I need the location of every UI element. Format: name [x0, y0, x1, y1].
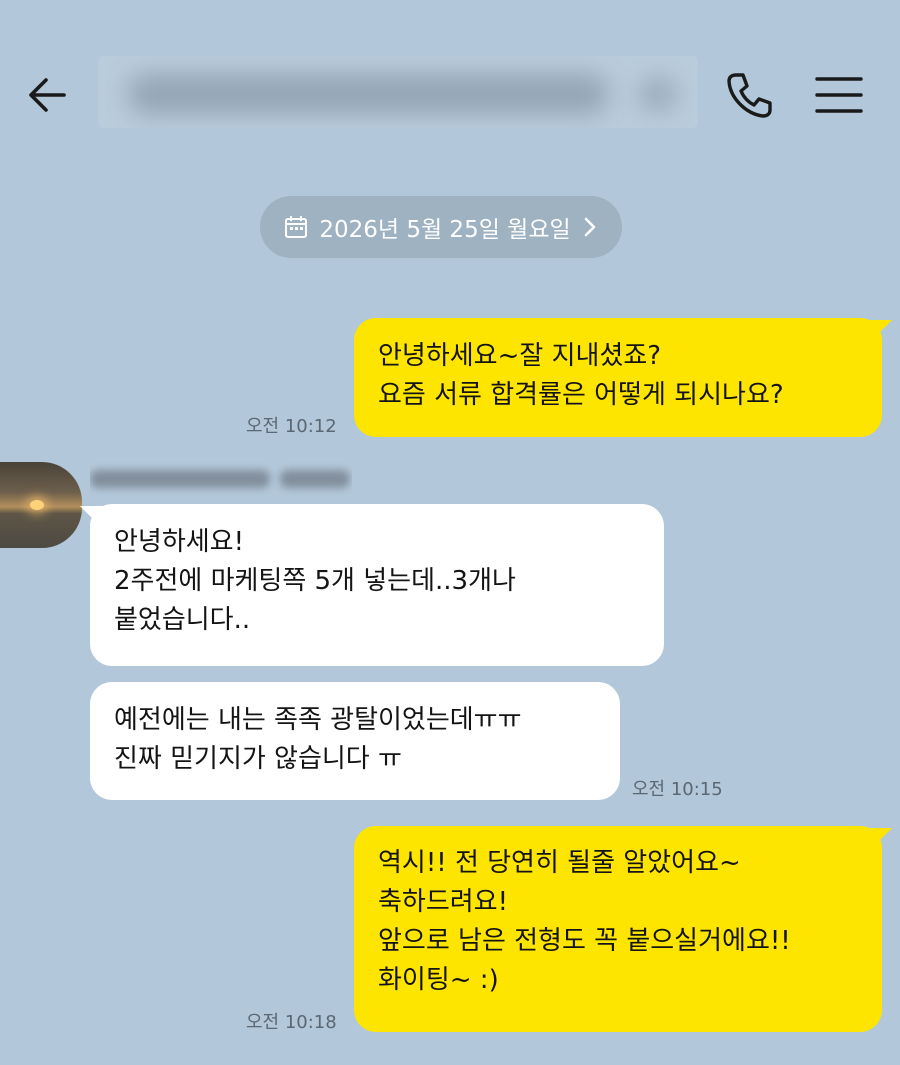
- arrow-left-icon: [29, 78, 66, 112]
- date-divider[interactable]: 2026년 5월 25일 월요일: [260, 196, 622, 258]
- blurred-member-count: [638, 76, 678, 112]
- message-timestamp: 오전 10:18: [246, 1012, 337, 1033]
- bubble-tail: [80, 506, 102, 528]
- chat-room-title: [98, 56, 698, 128]
- phone-icon: [727, 73, 772, 118]
- avatar[interactable]: [0, 462, 82, 548]
- message-bubble-sent[interactable]: 안녕하세요~잘 지내셨죠? 요즘 서류 합격률은 어떻게 되시나요?: [354, 318, 892, 437]
- message-bubble-received[interactable]: 예전에는 내는 족족 광탈이었는데ㅠㅠ 진짜 믿기지가 않습니다 ㅠ: [90, 682, 620, 800]
- chevron-right-icon: [584, 217, 595, 237]
- sender-name: [90, 462, 352, 496]
- blurred-title-text: [128, 74, 608, 114]
- message-text: 요즘 서류 합격률은 어떻게 되시나요?: [378, 380, 784, 410]
- bubble-tail: [870, 320, 892, 342]
- message-bubble-received[interactable]: 안녕하세요! 2주전에 마케팅쪽 5개 넣는데..3개나 붙었습니다..: [80, 504, 664, 666]
- message-bubble-sent[interactable]: 역시!! 전 당연히 될줄 알았어요~ 축하드려요! 앞으로 남은 전형도 꼭 …: [354, 826, 892, 1032]
- message-text: 예전에는 내는 족족 광탈이었는데ㅠㅠ: [114, 705, 522, 735]
- message-text: 2주전에 마케팅쪽 5개 넣는데..3개나: [114, 566, 516, 596]
- chat-header: [0, 0, 900, 190]
- message-text: 붙었습니다..: [114, 605, 251, 635]
- back-button[interactable]: [22, 70, 72, 120]
- message-text: 역시!! 전 당연히 될줄 알았어요~: [378, 848, 741, 878]
- message-timestamp: 오전 10:15: [632, 779, 723, 800]
- message-text: 화이팅~ :): [378, 965, 499, 995]
- message-timestamp: 오전 10:12: [246, 416, 337, 437]
- message-text: 안녕하세요!: [114, 527, 245, 557]
- date-divider-label: 2026년 5월 25일 월요일: [319, 217, 571, 243]
- calendar-icon: [285, 216, 308, 238]
- blurred-sender-suffix: [280, 470, 350, 488]
- blurred-sender-name: [90, 470, 270, 488]
- bubble-tail: [870, 828, 892, 850]
- hamburger-menu-icon: [815, 77, 863, 113]
- message-text: 안녕하세요~잘 지내셨죠?: [378, 341, 662, 371]
- message-text: 축하드려요!: [378, 887, 509, 917]
- menu-button[interactable]: [812, 70, 866, 120]
- sunset-avatar: [30, 500, 44, 510]
- message-text: 진짜 믿기지가 않습니다 ㅠ: [114, 744, 402, 774]
- call-button[interactable]: [722, 68, 776, 122]
- message-text: 앞으로 남은 전형도 꼭 붙으실거에요!!: [378, 926, 791, 956]
